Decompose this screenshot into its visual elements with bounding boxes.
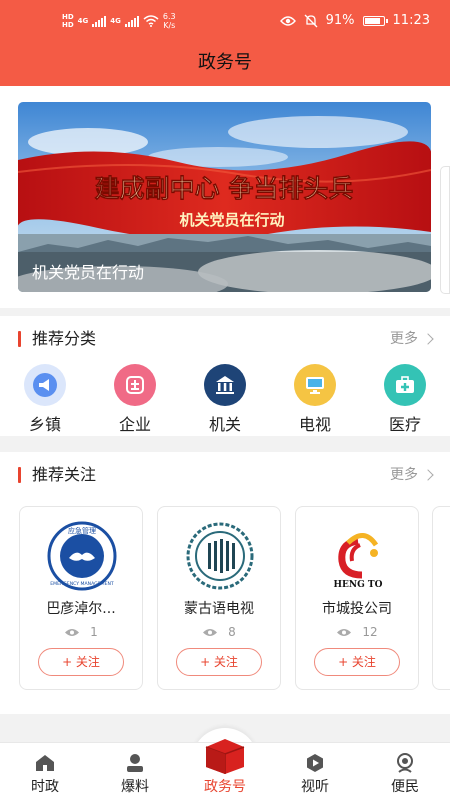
- eye-icon: [203, 628, 218, 636]
- enterprise-icon: [114, 364, 156, 406]
- bottom-nav: 时政 爆料 政务号 视听 便民: [0, 739, 450, 800]
- account-name: 蒙古语电视: [184, 601, 254, 617]
- follow-card[interactable]: 应急管理 EMERGENCY MANAGEMENT 巴彦淖尔... 1 + 关注: [19, 506, 143, 690]
- recommended-follows-section: 推荐关注 更多 应急管理 EMERGENCY MANAGEMENT 巴彦淖尔..…: [0, 452, 450, 714]
- follow-button[interactable]: + 关注: [38, 648, 124, 676]
- reporter-icon: [123, 751, 147, 775]
- svg-text:HENG TO: HENG TO: [334, 580, 383, 590]
- status-bar: HD HD 4G 4G 6.3 K/s 91% 11:23: [0, 0, 450, 44]
- more-categories-link[interactable]: 更多: [390, 328, 434, 350]
- follow-button[interactable]: + 关注: [314, 648, 400, 676]
- follower-count: 1: [20, 625, 142, 639]
- mongolian-tv-logo: [179, 521, 261, 591]
- section-title: 推荐关注: [32, 465, 97, 484]
- banner-carousel[interactable]: 建成副中心 争当排头兵 机关党员在行动 机关党员在行动: [18, 102, 431, 292]
- banner-section: 建成副中心 争当排头兵 机关党员在行动 机关党员在行动: [0, 86, 450, 308]
- play-icon: [303, 751, 327, 775]
- category-enterprise[interactable]: 企业: [90, 364, 180, 436]
- television-icon: [294, 364, 336, 406]
- banner-headline: 建成副中心 争当排头兵: [95, 174, 354, 203]
- follow-card[interactable]: HENG TO 市城投公司 12 + 关注: [295, 506, 419, 690]
- account-name: 巴彦淖尔...: [46, 601, 116, 617]
- status-right: 91% 11:23: [279, 13, 430, 28]
- service-icon: [393, 751, 417, 775]
- emergency-management-logo: 应急管理 EMERGENCY MANAGEMENT: [41, 521, 123, 591]
- more-follows-link[interactable]: 更多: [390, 464, 434, 486]
- wifi-icon: [143, 15, 159, 27]
- government-building-icon: [204, 364, 246, 406]
- category-government[interactable]: 机关: [180, 364, 270, 436]
- home-icon: [33, 751, 57, 775]
- account-name: 市城投公司: [322, 601, 392, 617]
- section-title: 推荐分类: [32, 329, 97, 348]
- signal-icon: [92, 15, 107, 27]
- svg-text:应急管理: 应急管理: [68, 526, 96, 535]
- category-television[interactable]: 电视: [270, 364, 360, 436]
- gov-box-icon: [202, 735, 248, 775]
- nav-item-report[interactable]: 爆料: [90, 743, 180, 800]
- category-grid: 乡镇 企业 机关 电视 医疗: [0, 364, 450, 444]
- eye-icon: [337, 628, 352, 636]
- follow-card-peek[interactable]: [432, 506, 450, 690]
- eye-icon: [279, 15, 296, 26]
- status-left: HD HD 4G 4G 6.3 K/s: [62, 12, 176, 30]
- chevron-right-icon: [422, 469, 434, 481]
- signal-icon-2: [124, 15, 139, 27]
- eye-icon: [65, 628, 80, 636]
- network-type-2: 4G: [110, 17, 121, 25]
- banner-subline: 机关党员在行动: [179, 211, 284, 229]
- banner-next-peek[interactable]: [440, 166, 450, 294]
- nav-item-services[interactable]: 便民: [360, 743, 450, 800]
- banner-caption: 机关党员在行动: [32, 263, 144, 282]
- network-type-1: 4G: [77, 17, 89, 25]
- follow-card[interactable]: 蒙古语电视 8 + 关注: [157, 506, 281, 690]
- category-medical[interactable]: 医疗: [360, 364, 450, 436]
- hd-indicator: HD HD: [62, 13, 74, 29]
- category-township[interactable]: 乡镇: [0, 364, 90, 436]
- section-header: 推荐分类 更多: [0, 316, 450, 362]
- section-accent-bar: [18, 331, 21, 347]
- svg-text:EMERGENCY MANAGEMENT: EMERGENCY MANAGEMENT: [50, 581, 114, 587]
- battery-percent: 91%: [325, 13, 355, 28]
- chengtou-logo: HENG TO: [317, 521, 399, 591]
- follow-cards-row: 应急管理 EMERGENCY MANAGEMENT 巴彦淖尔... 1 + 关注: [0, 506, 450, 696]
- recommended-categories-section: 推荐分类 更多 乡镇 企业 机关 电视 医疗: [0, 316, 450, 436]
- section-accent-bar: [18, 467, 21, 483]
- chevron-right-icon: [422, 333, 434, 345]
- follower-count: 8: [158, 625, 280, 639]
- mute-bell-icon: [304, 14, 318, 27]
- follow-button[interactable]: + 关注: [176, 648, 262, 676]
- network-speed: 6.3 K/s: [162, 12, 176, 30]
- medical-kit-icon: [384, 364, 426, 406]
- battery-icon: [362, 15, 388, 26]
- clock: 11:23: [392, 13, 430, 28]
- banner-image: 建成副中心 争当排头兵 机关党员在行动 机关党员在行动: [18, 102, 431, 292]
- nav-item-video[interactable]: 视听: [270, 743, 360, 800]
- nav-item-politics[interactable]: 时政: [0, 743, 90, 800]
- page-title: 政务号: [0, 44, 450, 86]
- follower-count: 12: [296, 625, 418, 639]
- section-header: 推荐关注 更多: [0, 452, 450, 498]
- megaphone-icon: [24, 364, 66, 406]
- nav-item-gov-accounts[interactable]: 政务号: [180, 739, 270, 800]
